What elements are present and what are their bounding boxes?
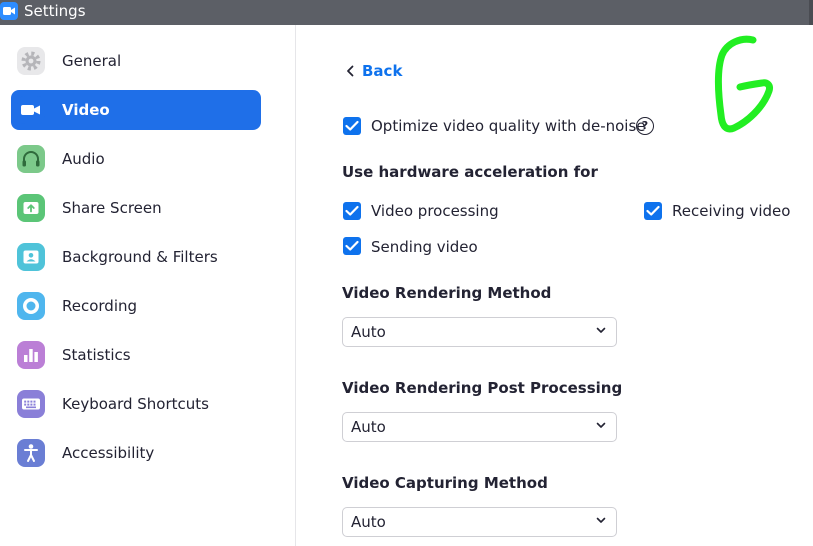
sidebar-item-label: Statistics — [62, 346, 131, 364]
sidebar-item-accessibility[interactable]: Accessibility — [11, 433, 261, 473]
checkmark-icon — [345, 120, 359, 131]
sidebar-item-label: Keyboard Shortcuts — [62, 395, 209, 413]
sidebar-item-background-filters[interactable]: Background & Filters — [11, 237, 261, 277]
title-bar-edge — [809, 0, 813, 25]
checkmark-icon — [646, 205, 660, 216]
rendering-post-processing-title: Video Rendering Post Processing — [342, 379, 623, 397]
sidebar-item-audio[interactable]: Audio — [11, 139, 261, 179]
sidebar-item-label: Share Screen — [62, 199, 162, 217]
chevron-down-icon — [596, 517, 606, 523]
keyboard-icon — [17, 390, 45, 418]
rendering-post-processing-value: Auto — [351, 418, 386, 436]
capturing-method-value: Auto — [351, 513, 386, 531]
sidebar-item-general[interactable]: General — [11, 41, 261, 81]
sidebar-item-video[interactable]: Video — [11, 90, 261, 130]
record-icon — [17, 292, 45, 320]
title-bar: Settings — [0, 0, 813, 25]
video-processing-checkbox[interactable] — [343, 202, 361, 220]
hardware-acceleration-title: Use hardware acceleration for — [342, 163, 598, 181]
back-label: Back — [362, 62, 403, 80]
checkmark-icon — [345, 205, 359, 216]
handwritten-annotation-icon — [715, 35, 773, 133]
video-camera-icon — [17, 96, 45, 124]
sidebar-item-label: Audio — [62, 150, 105, 168]
bar-chart-icon — [17, 341, 45, 369]
gear-icon — [17, 47, 45, 75]
denoise-checkbox[interactable] — [343, 117, 361, 135]
headphones-icon — [17, 145, 45, 173]
sidebar-item-label: Background & Filters — [62, 248, 218, 266]
capturing-method-select[interactable]: Auto — [342, 507, 617, 537]
zoom-app-icon — [0, 2, 18, 20]
share-screen-icon — [17, 194, 45, 222]
sidebar-item-share-screen[interactable]: Share Screen — [11, 188, 261, 228]
denoise-label: Optimize video quality with de-noise — [371, 117, 646, 135]
rendering-method-title: Video Rendering Method — [342, 284, 552, 302]
capturing-method-title: Video Capturing Method — [342, 474, 548, 492]
help-icon[interactable]: ? — [636, 117, 654, 135]
rendering-method-value: Auto — [351, 323, 386, 341]
chevron-down-icon — [596, 422, 606, 428]
sidebar-item-label: General — [62, 52, 122, 70]
receiving-video-label: Receiving video — [672, 202, 791, 220]
sidebar-item-keyboard-shortcuts[interactable]: Keyboard Shortcuts — [11, 384, 261, 424]
rendering-method-select[interactable]: Auto — [342, 317, 617, 347]
chevron-down-icon — [596, 327, 606, 333]
sending-video-checkbox[interactable] — [343, 237, 361, 255]
accessibility-person-icon — [17, 439, 45, 467]
sidebar-item-label: Recording — [62, 297, 138, 315]
settings-sidebar: General Video Audio Share Screen Backgro… — [0, 25, 295, 546]
video-processing-label: Video processing — [371, 202, 499, 220]
window-title: Settings — [24, 2, 86, 20]
rendering-post-processing-select[interactable]: Auto — [342, 412, 617, 442]
background-person-icon — [17, 243, 45, 271]
sidebar-item-label: Video — [62, 101, 110, 119]
sidebar-item-recording[interactable]: Recording — [11, 286, 261, 326]
chevron-left-icon — [347, 65, 354, 77]
sidebar-item-label: Accessibility — [62, 444, 155, 462]
sending-video-label: Sending video — [371, 238, 478, 256]
sidebar-item-statistics[interactable]: Statistics — [11, 335, 261, 375]
checkmark-icon — [345, 240, 359, 251]
receiving-video-checkbox[interactable] — [644, 202, 662, 220]
